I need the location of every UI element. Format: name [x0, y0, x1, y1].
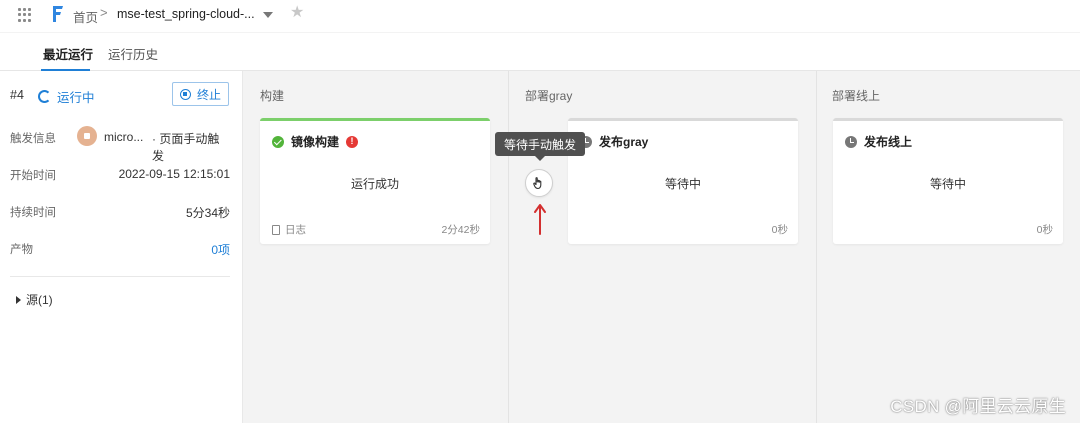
trigger-method: · 页面手动触发 [152, 132, 220, 163]
source-label: 源(1) [26, 293, 53, 307]
stage-title: 构建 [260, 89, 285, 103]
trigger-info-label: 触发信息 [10, 133, 56, 145]
card-status-bar [260, 118, 490, 121]
hand-pointer-icon [533, 177, 542, 190]
divider [10, 276, 230, 277]
flow-logo-icon[interactable] [50, 4, 66, 24]
job-card-image-build[interactable]: 镜像构建 ! 运行成功 日志 2分42秒 [260, 118, 490, 244]
duration-value: 5分34秒 [185, 206, 230, 220]
clock-icon [845, 135, 857, 148]
breadcrumb-project[interactable]: mse-test_spring-cloud-... [117, 7, 255, 21]
run-status-label: 运行中 [57, 91, 95, 105]
run-status: 运行中 [38, 87, 95, 106]
log-link[interactable]: 日志 [272, 222, 306, 237]
stage-build: 构建 镜像构建 ! 运行成功 日志 2分42秒 [243, 71, 508, 423]
stage-deploy-gray: 部署gray 发布gray 等待中 0秒 [509, 71, 816, 423]
stage-deploy-prod: 部署线上 发布线上 等待中 0秒 [817, 71, 1080, 423]
duration-row: 持续时间 5分34秒 [10, 202, 230, 222]
caret-right-icon [16, 295, 21, 304]
artifact-label: 产物 [10, 244, 33, 256]
log-icon [272, 224, 280, 235]
source-toggle[interactable]: 源(1) [16, 291, 53, 308]
tab-run-history[interactable]: 运行历史 [108, 44, 158, 63]
pipeline-stages: 构建 镜像构建 ! 运行成功 日志 2分42秒 部署gray 发布gray 等待… [243, 71, 1080, 423]
watermark: CSDN @阿里云云原生 [890, 397, 1066, 416]
stage-title: 部署线上 [832, 89, 881, 103]
card-status-bar [833, 118, 1063, 121]
success-check-icon [272, 135, 284, 148]
tab-recent-runs[interactable]: 最近运行 [43, 44, 93, 63]
grid-icon[interactable] [18, 8, 32, 22]
stop-button[interactable]: 终止 [172, 82, 229, 106]
card-status-bar [568, 118, 798, 121]
start-time-row: 开始时间 2022-09-15 12:15:01 [10, 165, 230, 185]
job-status: 等待中 [664, 177, 701, 191]
card-header: 发布线上 [845, 133, 912, 150]
start-time-label: 开始时间 [10, 170, 56, 182]
stage-title: 部署gray [525, 89, 573, 103]
trigger-user: micro... [104, 130, 144, 144]
star-icon[interactable]: ★ [290, 5, 304, 21]
alert-icon[interactable]: ! [346, 135, 359, 148]
card-header: 镜像构建 ! [272, 133, 359, 150]
log-label: 日志 [285, 224, 306, 236]
card-header: 发布gray [580, 133, 648, 150]
tab-bar: 最近运行 运行历史 [0, 32, 1080, 71]
job-duration: 0秒 [771, 224, 788, 236]
breadcrumb-separator: > [100, 5, 108, 20]
chevron-down-icon[interactable] [263, 12, 273, 18]
job-status: 运行成功 [350, 177, 399, 191]
stop-icon [179, 88, 191, 100]
job-name: 镜像构建 [291, 135, 340, 149]
duration-label: 持续时间 [10, 207, 56, 219]
job-name: 发布gray [599, 135, 649, 149]
run-number: #4 [10, 88, 24, 102]
red-arrow-annotation [534, 204, 546, 235]
start-time-value: 2022-09-15 12:15:01 [118, 167, 230, 181]
job-name: 发布线上 [864, 135, 913, 149]
job-card-publish-prod[interactable]: 发布线上 等待中 0秒 [833, 118, 1063, 244]
job-status: 等待中 [929, 177, 966, 191]
stop-button-label: 终止 [196, 87, 221, 102]
avatar [77, 126, 97, 146]
manual-trigger-button[interactable] [525, 169, 553, 197]
job-duration: 0秒 [1036, 224, 1053, 236]
artifact-link[interactable]: 0项 [211, 241, 230, 258]
job-duration: 2分42秒 [441, 224, 480, 236]
trigger-info-row: 触发信息 micro... · 页面手动触发 [10, 126, 230, 163]
run-info-panel: #4 运行中 终止 触发信息 micro... · 页面手动触发 开始时间 20… [0, 71, 243, 423]
artifact-row: 产物 0项 [10, 239, 230, 259]
top-bar: 首页 > mse-test_spring-cloud-... ★ [0, 0, 1080, 32]
manual-trigger-tooltip: 等待手动触发 [495, 132, 585, 161]
breadcrumb-home[interactable]: 首页 [73, 7, 98, 26]
running-icon [38, 90, 51, 103]
job-card-publish-gray[interactable]: 发布gray 等待中 0秒 [568, 118, 798, 244]
